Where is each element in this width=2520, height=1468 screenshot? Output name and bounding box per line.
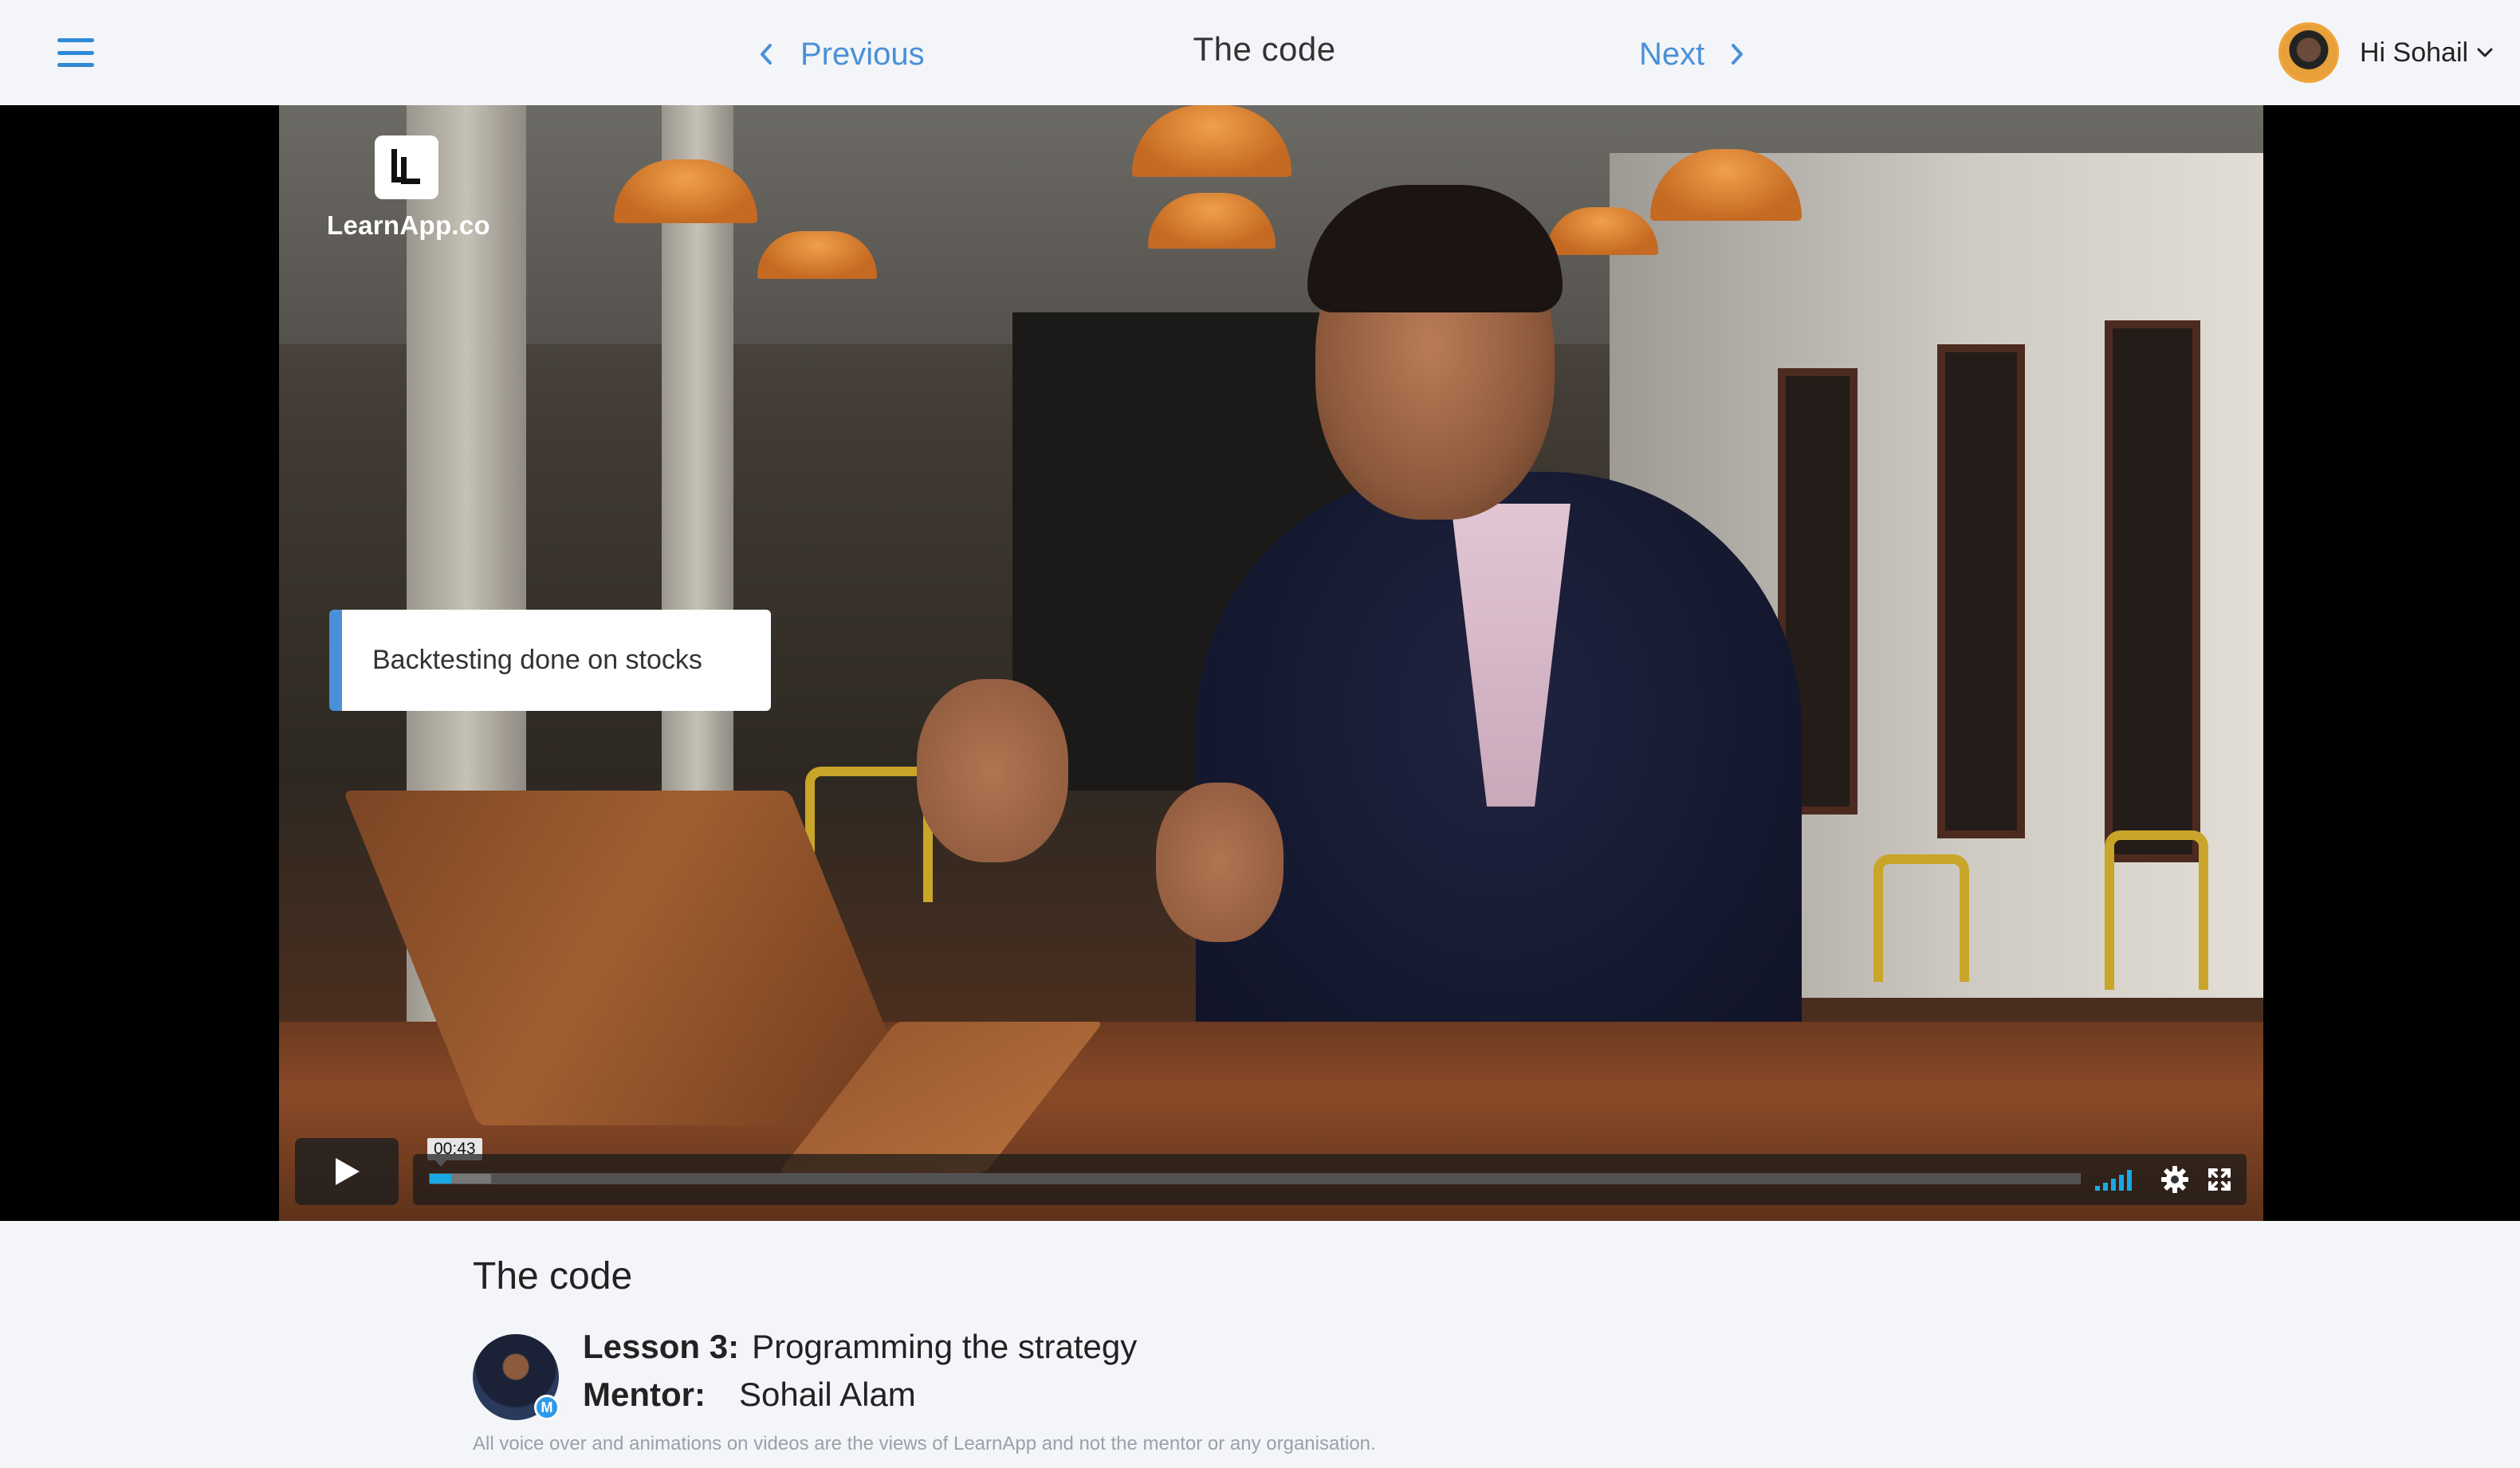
presenter-hand [1156,783,1284,942]
lesson-key: Lesson 3: [583,1328,740,1365]
caption-text: Backtesting done on stocks [372,645,702,675]
video-band: LearnApp.co Backtesting done on stocks 0… [0,105,2520,1221]
mentor-badge: M [534,1395,560,1420]
mentor-info: Mentor: Sohail Alam [583,1376,916,1414]
scene-chair [2105,830,2208,990]
video-controls-bar [413,1154,2247,1205]
chevron-left-icon [761,44,772,65]
top-navigation-bar: Previous The code Next Hi Sohail [0,0,2520,105]
brand-name: LearnApp.co [327,210,490,240]
previous-label: Previous [800,36,925,72]
scene-window [2105,320,2200,862]
scene-pillar [662,105,733,902]
scene-chair [1873,854,1969,982]
lesson-title: The code [473,1255,633,1297]
next-lesson-link[interactable]: Next [1639,32,1747,77]
menu-icon[interactable] [57,38,94,67]
scene-window [1937,344,2025,838]
play-icon [336,1158,360,1185]
progress-bar[interactable] [429,1173,2081,1184]
presenter-hand [917,679,1068,862]
page-title: The code [1193,30,1336,68]
chevron-down-icon [2477,48,2493,57]
video-player[interactable]: LearnApp.co Backtesting done on stocks 0… [279,105,2263,1221]
settings-icon[interactable] [2160,1165,2189,1194]
progress-played [430,1174,451,1183]
user-menu[interactable]: Hi Sohail [2278,22,2494,83]
chevron-right-icon [1732,44,1744,65]
volume-icon[interactable] [2095,1168,2137,1191]
avatar [2278,22,2339,83]
mentor-key: Mentor: [583,1376,706,1413]
user-greeting: Hi Sohail [2360,37,2469,68]
next-label: Next [1639,36,1705,72]
brand-logo: LearnApp.co [327,135,490,241]
disclaimer-text: All voice over and animations on videos … [473,1433,1376,1454]
video-caption-card: Backtesting done on stocks [329,610,771,711]
lesson-info: Lesson 3: Programming the strategy [583,1328,1137,1366]
fullscreen-icon[interactable] [2207,1167,2232,1192]
learnapp-logo-icon [375,135,438,199]
previous-lesson-link[interactable]: Previous [756,32,925,77]
lesson-name: Programming the strategy [752,1328,1138,1365]
mentor-name: Sohail Alam [739,1376,916,1413]
play-button[interactable] [295,1138,399,1205]
